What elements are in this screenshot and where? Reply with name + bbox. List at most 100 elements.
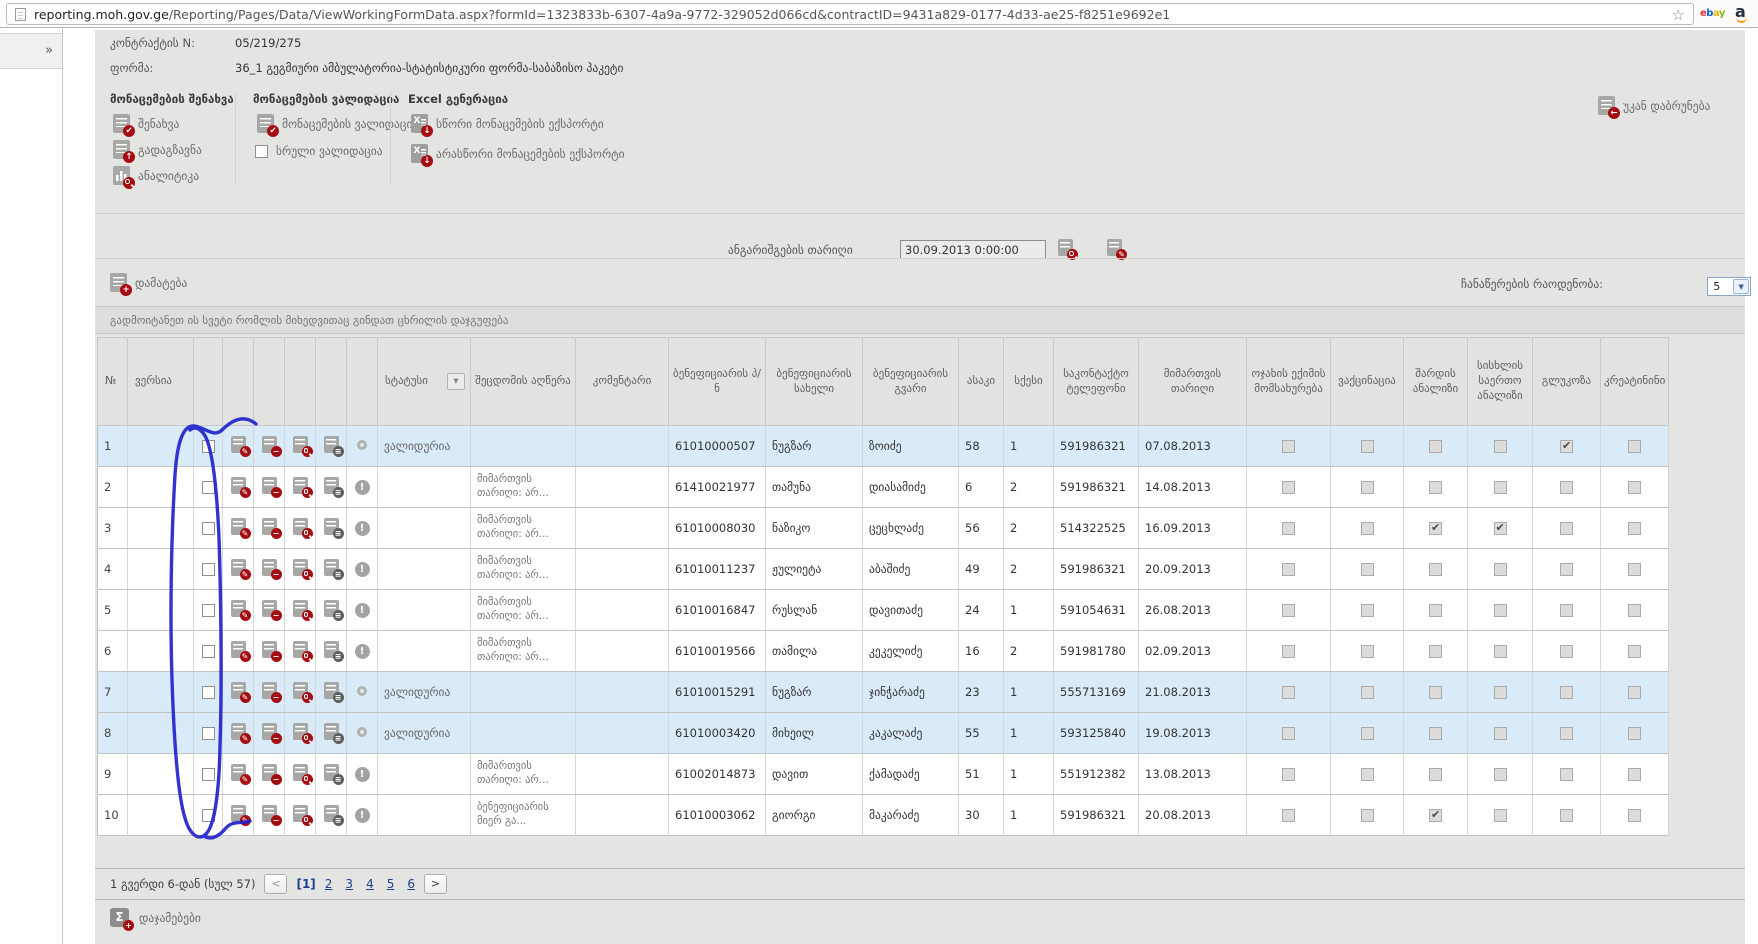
glucose-checkbox[interactable] xyxy=(1560,809,1573,822)
creatinine-checkbox[interactable] xyxy=(1628,604,1641,617)
row-select-checkbox[interactable] xyxy=(202,604,215,617)
urine-test-checkbox[interactable] xyxy=(1429,563,1442,576)
col-header-family-doctor[interactable]: ოჯახის ექიმის მომსახურება xyxy=(1247,338,1331,426)
row-delete-icon[interactable]: − xyxy=(262,764,277,781)
date-edit-icon[interactable]: ✎ xyxy=(1107,239,1122,256)
col-header-version[interactable]: ვერსია xyxy=(128,338,194,426)
row-view-icon[interactable] xyxy=(293,477,308,494)
group-drop-zone[interactable]: გადმოიტანეთ ის სვეტი რომლის მიხედვითაც გ… xyxy=(95,306,1745,334)
send-button[interactable]: ↑ გადაგზავნა xyxy=(113,140,202,159)
col-header-phone[interactable]: საკონტაქტო ტელეფონი xyxy=(1054,338,1139,426)
row-delete-icon[interactable]: − xyxy=(262,600,277,617)
urine-test-checkbox[interactable] xyxy=(1429,809,1442,822)
glucose-checkbox[interactable] xyxy=(1560,645,1573,658)
urine-test-checkbox[interactable] xyxy=(1429,604,1442,617)
ebay-extension-icon[interactable]: ebay xyxy=(1700,8,1725,19)
sidebar-expand-icon[interactable]: » xyxy=(45,43,53,58)
row-details-icon[interactable]: ≡ xyxy=(324,723,339,740)
urine-test-checkbox[interactable] xyxy=(1429,686,1442,699)
creatinine-checkbox[interactable] xyxy=(1628,686,1641,699)
export-valid-button[interactable]: ↓ სწორი მონაცემების ექსპორტი xyxy=(411,114,604,133)
amazon-extension-icon[interactable]: a xyxy=(1735,2,1747,23)
glucose-checkbox[interactable] xyxy=(1560,768,1573,781)
glucose-checkbox[interactable] xyxy=(1560,604,1573,617)
creatinine-checkbox[interactable] xyxy=(1628,727,1641,740)
col-header-last-name[interactable]: ბენეფიციარის გვარი xyxy=(863,338,959,426)
glucose-checkbox[interactable] xyxy=(1560,522,1573,535)
col-header-urine-test[interactable]: შარდის ანალიზი xyxy=(1404,338,1468,426)
row-view-icon[interactable] xyxy=(293,805,308,822)
row-edit-icon[interactable]: ✎ xyxy=(231,436,246,453)
blood-test-checkbox[interactable] xyxy=(1494,727,1507,740)
row-edit-icon[interactable]: ✎ xyxy=(231,641,246,658)
blood-test-checkbox[interactable] xyxy=(1494,686,1507,699)
row-edit-icon[interactable]: ✎ xyxy=(231,600,246,617)
row-select-checkbox[interactable] xyxy=(202,768,215,781)
glucose-checkbox[interactable] xyxy=(1560,686,1573,699)
row-details-icon[interactable]: ≡ xyxy=(324,436,339,453)
col-header-vaccination[interactable]: ვაქცინაცია xyxy=(1331,338,1404,426)
records-count-select[interactable]: 5 ▼ xyxy=(1707,277,1751,296)
row-delete-icon[interactable]: − xyxy=(262,641,277,658)
row-edit-icon[interactable]: ✎ xyxy=(231,805,246,822)
creatinine-checkbox[interactable] xyxy=(1628,563,1641,576)
family-doctor-checkbox[interactable] xyxy=(1282,440,1295,453)
urine-test-checkbox[interactable] xyxy=(1429,481,1442,494)
blood-test-checkbox[interactable] xyxy=(1494,604,1507,617)
date-lookup-icon[interactable] xyxy=(1058,239,1073,256)
family-doctor-checkbox[interactable] xyxy=(1282,809,1295,822)
blood-test-checkbox[interactable] xyxy=(1494,522,1507,535)
family-doctor-checkbox[interactable] xyxy=(1282,563,1295,576)
bookmark-star-icon[interactable]: ☆ xyxy=(1672,6,1685,24)
row-edit-icon[interactable]: ✎ xyxy=(231,477,246,494)
family-doctor-checkbox[interactable] xyxy=(1282,604,1295,617)
save-button[interactable]: ✔ შენახვა xyxy=(113,114,179,133)
full-validation-checkbox[interactable] xyxy=(255,145,268,158)
row-edit-icon[interactable]: ✎ xyxy=(231,518,246,535)
vaccination-checkbox[interactable] xyxy=(1361,604,1374,617)
row-delete-icon[interactable]: − xyxy=(262,682,277,699)
row-delete-icon[interactable]: − xyxy=(262,518,277,535)
vaccination-checkbox[interactable] xyxy=(1361,481,1374,494)
page-link[interactable]: 2 xyxy=(325,877,333,891)
creatinine-checkbox[interactable] xyxy=(1628,522,1641,535)
col-header-blood-test[interactable]: სისხლის საერთო ანალიზი xyxy=(1468,338,1533,426)
family-doctor-checkbox[interactable] xyxy=(1282,522,1295,535)
family-doctor-checkbox[interactable] xyxy=(1282,481,1295,494)
totals-button[interactable]: Σ+ დაჯამებები xyxy=(110,908,201,927)
page-link[interactable]: 6 xyxy=(407,877,415,891)
blood-test-checkbox[interactable] xyxy=(1494,768,1507,781)
col-header-sex[interactable]: სქესი xyxy=(1004,338,1054,426)
col-header-pn[interactable]: ბენეფიციარის პ/ნ xyxy=(669,338,766,426)
row-delete-icon[interactable]: − xyxy=(262,805,277,822)
creatinine-checkbox[interactable] xyxy=(1628,809,1641,822)
row-delete-icon[interactable]: − xyxy=(262,477,277,494)
row-details-icon[interactable]: ≡ xyxy=(324,805,339,822)
add-button[interactable]: + დამატება xyxy=(110,273,187,292)
row-delete-icon[interactable]: − xyxy=(262,723,277,740)
blood-test-checkbox[interactable] xyxy=(1494,645,1507,658)
row-select-checkbox[interactable] xyxy=(202,727,215,740)
col-header-status[interactable]: სტატუსი ▼ xyxy=(378,338,471,426)
creatinine-checkbox[interactable] xyxy=(1628,645,1641,658)
address-bar[interactable]: reporting.moh.gov.ge/Reporting/Pages/Dat… xyxy=(6,3,1694,25)
col-header-referral-date[interactable]: მიმართვის თარიღი xyxy=(1139,338,1247,426)
vaccination-checkbox[interactable] xyxy=(1361,522,1374,535)
row-details-icon[interactable]: ≡ xyxy=(324,764,339,781)
family-doctor-checkbox[interactable] xyxy=(1282,727,1295,740)
vaccination-checkbox[interactable] xyxy=(1361,563,1374,576)
vaccination-checkbox[interactable] xyxy=(1361,645,1374,658)
row-view-icon[interactable] xyxy=(293,600,308,617)
row-edit-icon[interactable]: ✎ xyxy=(231,559,246,576)
row-select-checkbox[interactable] xyxy=(202,645,215,658)
row-delete-icon[interactable]: − xyxy=(262,436,277,453)
row-view-icon[interactable] xyxy=(293,559,308,576)
col-header-error[interactable]: შეცდომის აღწერა xyxy=(471,338,576,426)
vaccination-checkbox[interactable] xyxy=(1361,440,1374,453)
glucose-checkbox[interactable] xyxy=(1560,481,1573,494)
report-date-input[interactable] xyxy=(900,240,1046,259)
vaccination-checkbox[interactable] xyxy=(1361,727,1374,740)
page-link[interactable]: 3 xyxy=(345,877,353,891)
urine-test-checkbox[interactable] xyxy=(1429,645,1442,658)
row-select-checkbox[interactable] xyxy=(202,686,215,699)
